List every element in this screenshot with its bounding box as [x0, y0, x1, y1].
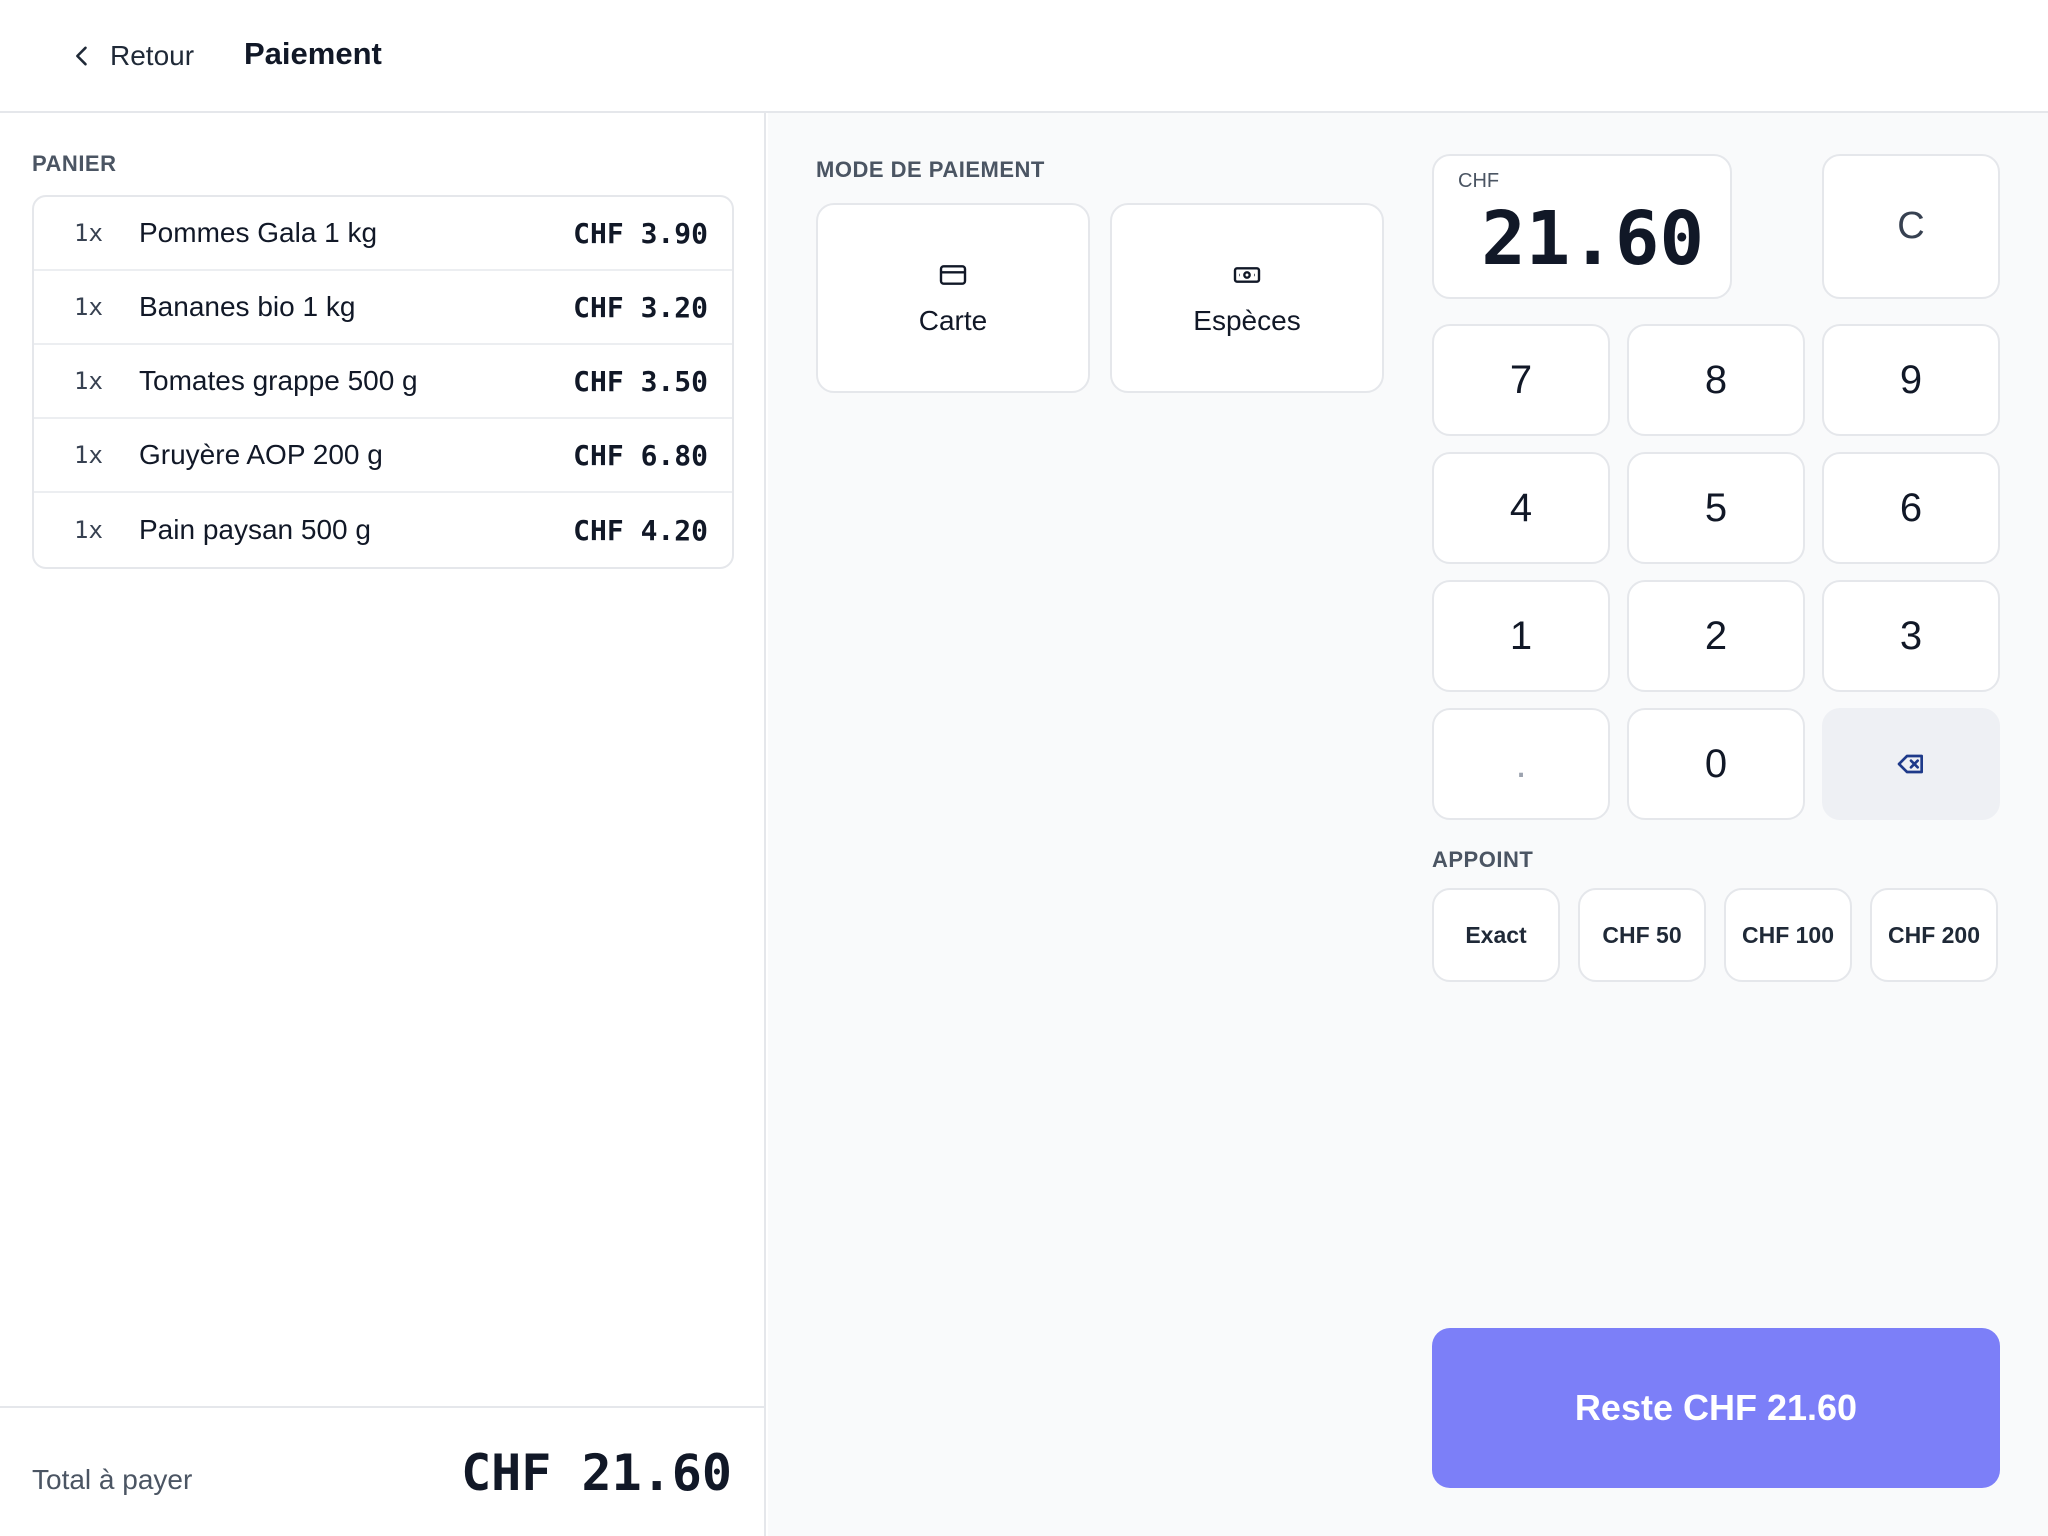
pay-card-label: Carte — [918, 305, 988, 336]
cart-item: 1x Pain paysan 500 g CHF 4.20 — [34, 493, 732, 567]
key-9[interactable]: 9 — [1822, 324, 2000, 436]
total-label: Total à payer — [32, 1464, 193, 1495]
cart-panel: PANIER 1x Pommes Gala 1 kg CHF 3.90 1x B… — [0, 113, 766, 1536]
cart-list: 1x Pommes Gala 1 kg CHF 3.90 1x Bananes … — [32, 195, 734, 569]
item-quantity: 1x — [74, 441, 103, 469]
cart-label: PANIER — [32, 151, 117, 176]
pay-card-button[interactable]: Carte — [816, 203, 1090, 393]
appoint-chf-50-button[interactable]: CHF 50 — [1578, 888, 1706, 982]
currency-label: CHF — [1458, 170, 1500, 192]
item-price: CHF 3.20 — [573, 290, 708, 324]
backspace-icon — [1897, 754, 1923, 774]
item-price: CHF 3.50 — [573, 364, 708, 398]
cart-item: 1x Gruyère AOP 200 g CHF 6.80 — [34, 419, 732, 493]
item-name: Gruyère AOP 200 g — [139, 439, 383, 470]
key-decimal[interactable]: . — [1432, 708, 1610, 820]
key-0[interactable]: 0 — [1627, 708, 1805, 820]
appoint-chf-100-button[interactable]: CHF 100 — [1724, 888, 1852, 982]
cart-item: 1x Tomates grappe 500 g CHF 3.50 — [34, 345, 732, 419]
total-bar: Total à payer CHF 21.60 — [0, 1406, 764, 1536]
payment-panel: MODE DE PAIEMENT Carte Espèces CHF 21.60… — [768, 113, 2048, 1536]
cart-item: 1x Bananes bio 1 kg CHF 3.20 — [34, 271, 732, 345]
payment-mode-label: MODE DE PAIEMENT — [816, 157, 1045, 182]
appoint-chf-200-button[interactable]: CHF 200 — [1870, 888, 1998, 982]
item-quantity: 1x — [74, 516, 103, 544]
remaining-pay-button[interactable]: Reste CHF 21.60 — [1432, 1328, 2000, 1488]
item-quantity: 1x — [74, 367, 103, 395]
clear-button[interactable]: C — [1822, 154, 2000, 299]
amount-value: 21.60 — [1481, 196, 1704, 282]
total-amount: CHF 21.60 — [461, 1444, 732, 1502]
key-7[interactable]: 7 — [1432, 324, 1610, 436]
key-5[interactable]: 5 — [1627, 452, 1805, 564]
amount-display: CHF 21.60 — [1432, 154, 1732, 299]
pay-cash-label: Espèces — [1193, 305, 1301, 336]
appoint-label: APPOINT — [1432, 847, 1534, 872]
item-price: CHF 4.20 — [573, 513, 708, 547]
key-3[interactable]: 3 — [1822, 580, 2000, 692]
item-quantity: 1x — [74, 219, 103, 247]
item-name: Pain paysan 500 g — [139, 514, 371, 545]
credit-card-icon — [939, 265, 967, 285]
item-name: Pommes Gala 1 kg — [139, 217, 378, 248]
backspace-button[interactable] — [1822, 708, 2000, 820]
cash-icon — [1233, 267, 1261, 283]
back-button[interactable]: Retour — [68, 30, 194, 82]
key-2[interactable]: 2 — [1627, 580, 1805, 692]
item-quantity: 1x — [74, 293, 103, 321]
key-1[interactable]: 1 — [1432, 580, 1610, 692]
top-bar: Retour Paiement — [0, 0, 2048, 113]
pay-cash-button[interactable]: Espèces — [1110, 203, 1384, 393]
cart-item: 1x Pommes Gala 1 kg CHF 3.90 — [34, 197, 732, 271]
chevron-left-icon — [76, 46, 87, 66]
key-6[interactable]: 6 — [1822, 452, 2000, 564]
page-title: Paiement — [244, 36, 382, 71]
back-label: Retour — [110, 40, 195, 71]
item-price: CHF 6.80 — [573, 438, 708, 472]
item-name: Bananes bio 1 kg — [139, 291, 356, 322]
key-8[interactable]: 8 — [1627, 324, 1805, 436]
appoint-exact-button[interactable]: Exact — [1432, 888, 1560, 982]
item-price: CHF 3.90 — [573, 216, 708, 250]
key-4[interactable]: 4 — [1432, 452, 1610, 564]
item-name: Tomates grappe 500 g — [139, 365, 418, 396]
